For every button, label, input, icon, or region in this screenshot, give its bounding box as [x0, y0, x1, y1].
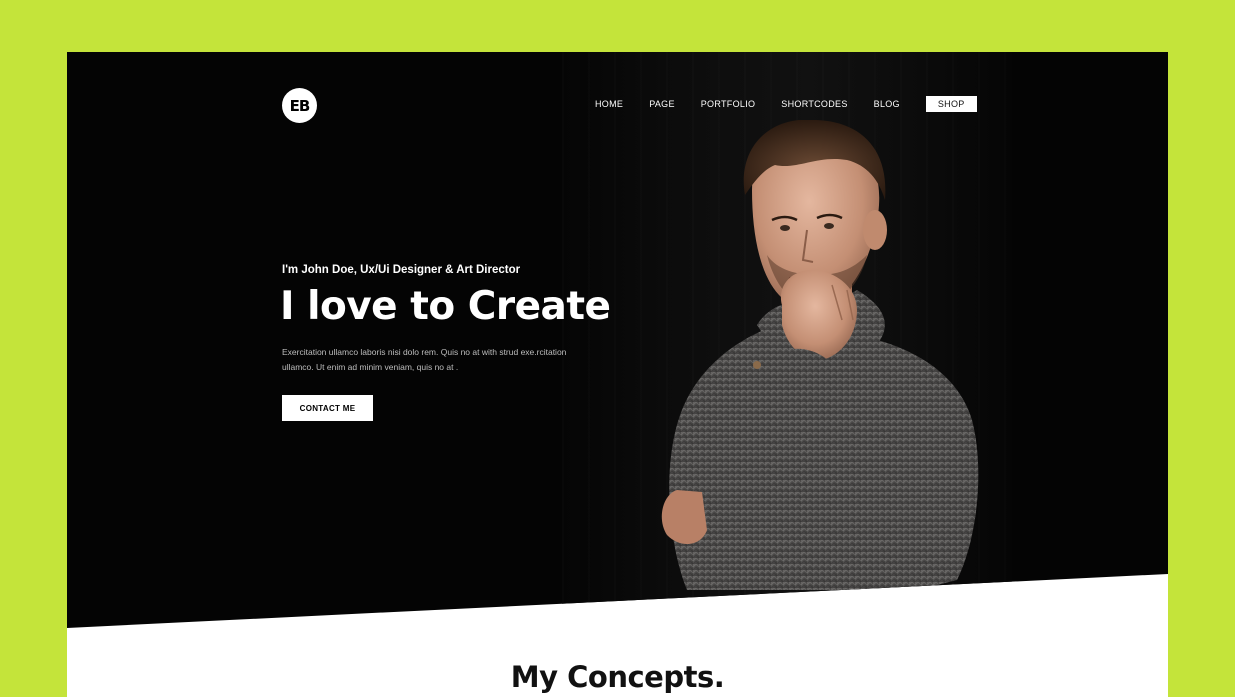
- hero-section: EB HOME PAGE PORTFOLIO SHORTCODES BLOG S…: [67, 52, 1168, 628]
- nav-item-shop[interactable]: SHOP: [925, 96, 977, 112]
- contact-me-button[interactable]: CONTACT ME: [282, 395, 373, 421]
- eb-logo-icon[interactable]: EB: [282, 88, 317, 123]
- nav-item-portfolio[interactable]: PORTFOLIO: [701, 99, 756, 109]
- nav-item-blog[interactable]: BLOG: [874, 99, 900, 109]
- hero-description: Exercitation ullamco laboris nisi dolo r…: [282, 347, 567, 372]
- nav-item-page[interactable]: PAGE: [649, 99, 675, 109]
- nav-item-home[interactable]: HOME: [595, 99, 623, 109]
- nav-item-shortcodes[interactable]: SHORTCODES: [781, 99, 847, 109]
- main-nav: HOME PAGE PORTFOLIO SHORTCODES BLOG SHOP: [595, 96, 977, 112]
- website-preview: EB HOME PAGE PORTFOLIO SHORTCODES BLOG S…: [67, 52, 1168, 697]
- hero-intro: I'm John Doe, Ux/Ui Designer & Art Direc…: [282, 264, 521, 276]
- portrait-image: [661, 120, 979, 590]
- hero-headline: I love to Create: [280, 284, 611, 329]
- concepts-title: My Concepts.: [510, 660, 725, 694]
